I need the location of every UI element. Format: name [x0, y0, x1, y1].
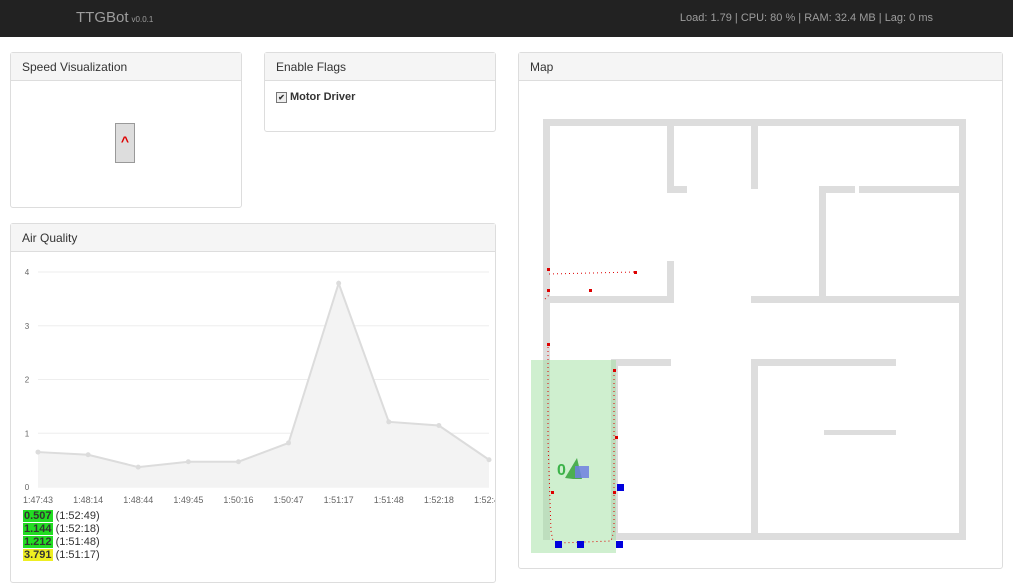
- navbar: TTGBot v0.0.1 Load: 1.79 | CPU: 80 % | RA…: [0, 0, 1013, 37]
- data-point: [35, 449, 41, 455]
- panel-title: Speed Visualization: [11, 53, 241, 81]
- reading-value: 1.144: [23, 523, 53, 535]
- panel-title: Air Quality: [11, 224, 495, 252]
- y-tick-label: 1: [25, 429, 30, 438]
- data-point: [336, 280, 342, 286]
- x-tick-label: 1:50:16: [223, 495, 253, 505]
- reading-row: 1.212 (1:51:48): [23, 536, 100, 549]
- panel-title: Map: [519, 53, 1002, 81]
- robot-zone: [531, 360, 616, 553]
- wall: [751, 296, 966, 303]
- brand-name[interactable]: TTGBot: [76, 9, 129, 26]
- brand[interactable]: TTGBot v0.0.1: [76, 9, 153, 26]
- wall: [859, 186, 966, 193]
- panel-title: Enable Flags: [265, 53, 495, 81]
- y-tick-label: 0: [25, 483, 30, 492]
- x-tick-label: 1:52:18: [424, 495, 454, 505]
- x-tick-label: 1:50:47: [274, 495, 304, 505]
- reading-value: 0.507: [23, 510, 53, 522]
- wall: [824, 430, 896, 435]
- data-point: [135, 464, 141, 470]
- data-point: [235, 459, 241, 465]
- speed-visualization-panel: Speed Visualization ^: [10, 52, 242, 208]
- wall: [543, 296, 674, 303]
- wall: [751, 119, 758, 189]
- series-area: [38, 283, 489, 487]
- reading-value: 1.212: [23, 536, 53, 548]
- x-tick-label: 1:48:14: [73, 495, 103, 505]
- map-canvas[interactable]: 0: [519, 81, 1002, 568]
- x-tick-label: 1:47:43: [23, 495, 53, 505]
- x-tick-label: 1:51:48: [374, 495, 404, 505]
- brand-version: v0.0.1: [131, 15, 154, 24]
- up-arrow-icon: ^: [120, 133, 130, 149]
- x-tick-label: 1:52:49: [474, 495, 495, 505]
- wall: [751, 359, 758, 540]
- reading-row: 1.144 (1:52:18): [23, 523, 100, 536]
- y-tick-label: 2: [25, 376, 30, 385]
- wall: [611, 533, 966, 540]
- robot-label: 0: [557, 462, 566, 479]
- beacon: [577, 541, 584, 548]
- data-point: [85, 452, 91, 458]
- data-point: [486, 457, 492, 463]
- reading-time: (1:51:48): [52, 536, 100, 548]
- data-point: [386, 419, 392, 425]
- data-point: [436, 423, 442, 429]
- air-quality-panel: Air Quality 0 1 2 3 4 1:47:43 1:48:14 1:48:44 1:…: [10, 223, 496, 583]
- reading-row: 0.507 (1:52:49): [23, 510, 100, 523]
- air-quality-chart: 0 1 2 3 4 1:47:43 1:48:14 1:48:44 1:49:45 1:50:16…: [23, 268, 495, 505]
- wall: [751, 359, 896, 366]
- enable-flags-panel: Enable Flags ✔ Motor Driver: [264, 52, 496, 132]
- y-tick-label: 4: [25, 268, 30, 277]
- beacon: [616, 541, 623, 548]
- x-tick-label: 1:49:45: [173, 495, 203, 505]
- reading-value: 3.791: [23, 549, 53, 561]
- beacon: [555, 541, 562, 548]
- system-stats: Load: 1.79 | CPU: 80 % | RAM: 32.4 MB | …: [679, 12, 933, 24]
- data-point: [185, 459, 191, 465]
- wall: [667, 119, 674, 193]
- wall: [611, 359, 671, 366]
- map-panel: Map 0: [518, 52, 1003, 569]
- robot-body-icon: [575, 466, 589, 478]
- wall: [959, 119, 966, 540]
- wall: [667, 186, 687, 193]
- motor-driver-label: Motor Driver: [290, 91, 356, 103]
- x-tick-label: 1:48:44: [123, 495, 153, 505]
- reading-time: (1:51:17): [52, 549, 100, 561]
- checkbox-checked-icon[interactable]: ✔: [276, 91, 287, 103]
- data-point: [286, 440, 292, 446]
- speed-indicator[interactable]: ^: [115, 123, 135, 163]
- reading-time: (1:52:49): [52, 510, 100, 522]
- beacon: [617, 484, 624, 491]
- motor-driver-flag[interactable]: ✔ Motor Driver: [276, 91, 355, 103]
- wall: [819, 186, 826, 296]
- x-tick-label: 1:51:17: [324, 495, 354, 505]
- air-quality-readings: 0.507 (1:52:49) 1.144 (1:52:18) 1.212 (1:5…: [23, 510, 100, 562]
- reading-row: 3.791 (1:51:17): [23, 549, 100, 562]
- reading-time: (1:52:18): [52, 523, 100, 535]
- y-tick-label: 3: [25, 322, 30, 331]
